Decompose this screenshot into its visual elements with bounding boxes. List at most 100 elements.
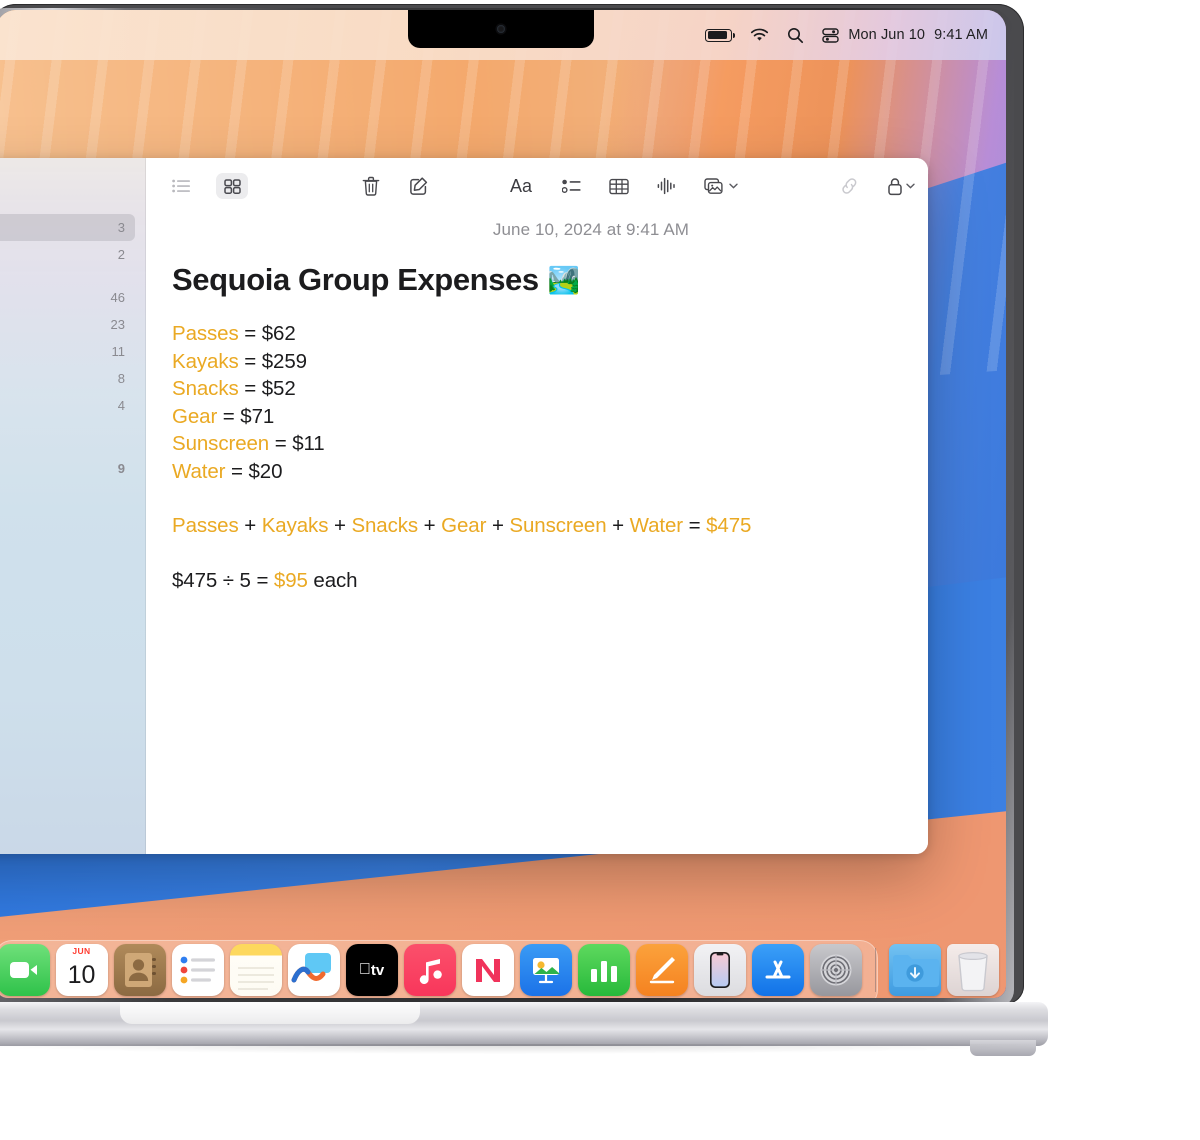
sidebar-item-recipes[interactable]: es 8: [0, 365, 135, 392]
facetime-icon: [0, 944, 50, 996]
macbook-shadow: [0, 1044, 1040, 1054]
new-folder-button[interactable]: older: [0, 814, 145, 854]
dock-item-appstore[interactable]: [751, 944, 804, 996]
sidebar-item-count: 11: [111, 344, 126, 359]
sum-operator: +: [486, 514, 510, 537]
dock-item-contacts[interactable]: [113, 944, 166, 996]
dock-item-freeform[interactable]: [287, 944, 340, 996]
gallery-view-icon[interactable]: [216, 173, 248, 199]
note-body[interactable]: June 10, 2024 at 9:41 AM Sequoia Group E…: [146, 214, 928, 854]
iphone-mirroring-icon: [693, 944, 746, 996]
expense-name: Passes: [172, 322, 239, 345]
sum-term: Kayaks: [261, 514, 329, 537]
dock-item-calendar[interactable]: JUN 10: [55, 944, 108, 996]
sidebar-item-notes[interactable]: Notes 3: [0, 214, 135, 241]
keynote-icon: [519, 944, 572, 996]
expense-list: Passes = $62 Kayaks = $259 Snacks = $52 …: [170, 320, 928, 485]
dock-item-news[interactable]: [461, 944, 514, 996]
table-icon[interactable]: [606, 173, 632, 199]
sidebar-item-tags[interactable]: s 9: [0, 455, 135, 482]
expense-row: Snacks = $52: [172, 375, 928, 403]
search-icon[interactable]: [778, 10, 813, 60]
sum-term: Passes: [172, 514, 239, 537]
sidebar-item-therapy[interactable]: apy 4: [0, 392, 135, 419]
split-formula-line: $475 ÷ 5 = $95 each: [170, 567, 928, 595]
dock-item-pages[interactable]: [635, 944, 688, 996]
sidebar-item-club[interactable]: Club 11: [0, 338, 135, 365]
link-icon[interactable]: [836, 173, 862, 199]
expense-row: Gear = $71: [172, 403, 928, 431]
camera-icon: [497, 25, 505, 33]
chevron-down-icon: [906, 183, 915, 189]
dock-item-reminders[interactable]: [171, 944, 224, 996]
sum-operator: +: [606, 514, 630, 537]
compose-icon[interactable]: [406, 173, 432, 199]
national-park-emoji-icon: 🏞️: [547, 265, 580, 295]
delete-icon[interactable]: [358, 173, 384, 199]
notes-icon: [229, 944, 282, 996]
audio-waveform-icon[interactable]: [654, 173, 680, 199]
note-title: Sequoia Group Expenses 🏞️: [170, 262, 928, 298]
dock-item-keynote[interactable]: [519, 944, 572, 996]
sum-term: Gear: [441, 514, 487, 537]
freeform-icon: [287, 944, 340, 996]
sidebar-item-count: 4: [117, 398, 125, 413]
expense-eq: =: [238, 377, 262, 400]
expense-amount: $71: [240, 404, 275, 428]
dock-item-facetime[interactable]: [0, 944, 50, 996]
note-actions-group: [358, 173, 432, 199]
list-view-icon[interactable]: [168, 173, 194, 199]
control-center-icon[interactable]: [813, 10, 848, 60]
numbers-icon: [577, 944, 630, 996]
note-title-text: Sequoia Group Expenses: [172, 262, 539, 297]
news-icon: [461, 944, 514, 996]
sum-operator: +: [328, 514, 352, 537]
expense-amount: $11: [292, 432, 325, 455]
sidebar-divider: [0, 419, 135, 435]
dock-items: JUN 10 tv: [0, 944, 999, 998]
split-prefix: $475 ÷ 5 =: [172, 568, 274, 592]
format-group: Aa: [506, 173, 740, 199]
sidebar-item-notes-folder[interactable]: s 23: [0, 311, 135, 338]
media-icon[interactable]: [702, 173, 740, 199]
expense-row: Passes = $62: [172, 320, 928, 348]
dock-item-music[interactable]: [403, 944, 456, 996]
dock-item-iphone-mirroring[interactable]: [693, 944, 746, 996]
sidebar-item-count: 3: [117, 220, 125, 235]
wifi-icon[interactable]: [741, 10, 778, 60]
dock-item-trash[interactable]: [946, 944, 999, 996]
dock-item-numbers[interactable]: [577, 944, 630, 996]
dock-item-settings[interactable]: [809, 944, 862, 996]
expense-amount: $20: [248, 459, 283, 483]
dock-item-notes[interactable]: [229, 944, 282, 996]
notes-window: Notes 3 ed 2 loud 46 s 23: [0, 158, 928, 854]
apple-tv-icon: tv: [345, 944, 398, 996]
sum-term: Water: [629, 514, 684, 537]
pages-icon: [635, 944, 688, 996]
expense-amount: $52: [261, 377, 296, 400]
format-aa-icon[interactable]: Aa: [506, 173, 536, 199]
contacts-icon: [113, 944, 166, 996]
sum-operator: +: [418, 514, 442, 537]
lock-icon[interactable]: [884, 173, 918, 199]
chevron-down-icon: [729, 183, 738, 189]
dock-item-downloads[interactable]: [888, 944, 941, 996]
dock: JUN 10 tv: [0, 932, 1006, 998]
sidebar-item-count: 9: [117, 461, 125, 476]
sum-total: $475: [706, 514, 752, 537]
expense-row: Kayaks = $259: [172, 348, 928, 376]
checklist-icon[interactable]: [558, 173, 584, 199]
sidebar-item-icloud[interactable]: loud 46: [0, 284, 135, 311]
split-suffix: each: [307, 568, 358, 592]
downloads-folder-icon: [888, 944, 941, 996]
view-toggle-group: [168, 173, 248, 199]
dock-item-appletv[interactable]: tv: [345, 944, 398, 996]
menu-bar-clock[interactable]: Mon Jun 10 9:41 AM: [848, 27, 992, 43]
sum-term: Sunscreen: [509, 514, 607, 537]
sidebar-item-count: 23: [110, 317, 125, 332]
expense-name: Snacks: [172, 377, 239, 400]
expense-eq: =: [217, 404, 241, 428]
battery-icon[interactable]: [696, 10, 741, 60]
sidebar-item-shared[interactable]: ed 2: [0, 241, 135, 268]
sidebar-item-count: 8: [117, 371, 125, 386]
